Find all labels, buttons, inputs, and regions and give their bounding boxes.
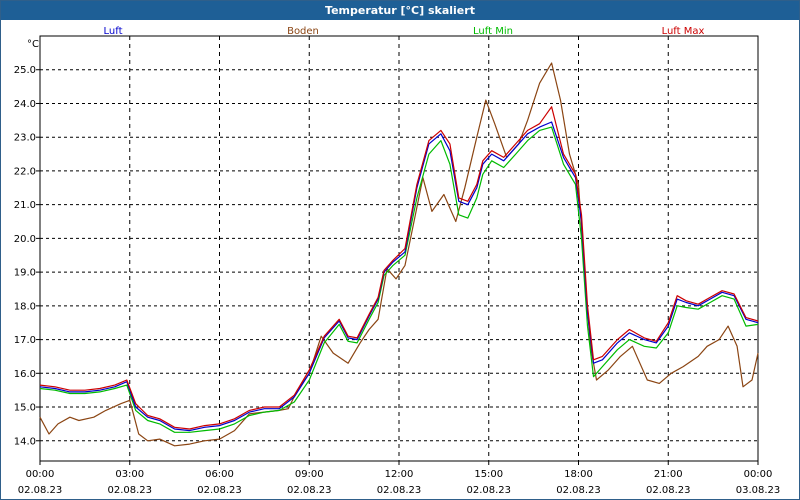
y-axis-label: °C (27, 39, 39, 50)
x-tick-label-date: 02.08.23 (646, 485, 691, 496)
legend-item-luft-max: Luft Max (662, 26, 705, 37)
legend-item-boden: Boden (287, 26, 319, 37)
x-tick-label-date: 03.08.23 (736, 485, 781, 496)
x-tick-label-time: 00:00 (744, 469, 773, 480)
y-tick-label: 25.0 (14, 65, 36, 76)
y-tick-label: 17.0 (14, 335, 36, 346)
y-tick-label: 18.0 (14, 301, 36, 312)
legend: Luft Boden Luft Min Luft Max (104, 26, 705, 37)
x-tick-label-time: 18:00 (564, 469, 593, 480)
x-tick-label-time: 09:00 (295, 469, 324, 480)
y-tick-label: 23.0 (14, 133, 36, 144)
temperature-chart: 14.0 15.0 16.0 17.0 18.0 19.0 20.0 21.0 22.0 23.0… (14, 26, 781, 496)
y-tick-label: 16.0 (14, 369, 36, 380)
x-tick-label-time: 12:00 (385, 469, 414, 480)
x-tick-label-date: 02.08.23 (18, 485, 63, 496)
y-tick-label: 14.0 (14, 436, 36, 447)
x-tick-label-date: 02.08.23 (377, 485, 422, 496)
grid (39, 35, 759, 462)
y-tick-label: 21.0 (14, 200, 36, 211)
y-tick-label: 24.0 (14, 99, 36, 110)
x-tick-label-date: 02.08.23 (287, 485, 332, 496)
x-tick-label-date: 02.08.23 (107, 485, 152, 496)
x-tick-label-date: 02.08.23 (556, 485, 601, 496)
y-tick-label: 20.0 (14, 234, 36, 245)
legend-item-luft-min: Luft Min (473, 26, 513, 37)
legend-item-luft: Luft (104, 26, 123, 37)
y-tick-label: 22.0 (14, 166, 36, 177)
x-tick-label-date: 02.08.23 (466, 485, 511, 496)
x-tick-label-date: 02.08.23 (197, 485, 242, 496)
y-tick-label: 15.0 (14, 403, 36, 414)
x-tick-label-time: 21:00 (654, 469, 683, 480)
x-tick-label-time: 15:00 (474, 469, 503, 480)
x-tick-label-time: 03:00 (115, 469, 144, 480)
x-tick-label-time: 06:00 (205, 469, 234, 480)
y-tick-label: 19.0 (14, 268, 36, 279)
x-tick-label-time: 00:00 (26, 469, 55, 480)
